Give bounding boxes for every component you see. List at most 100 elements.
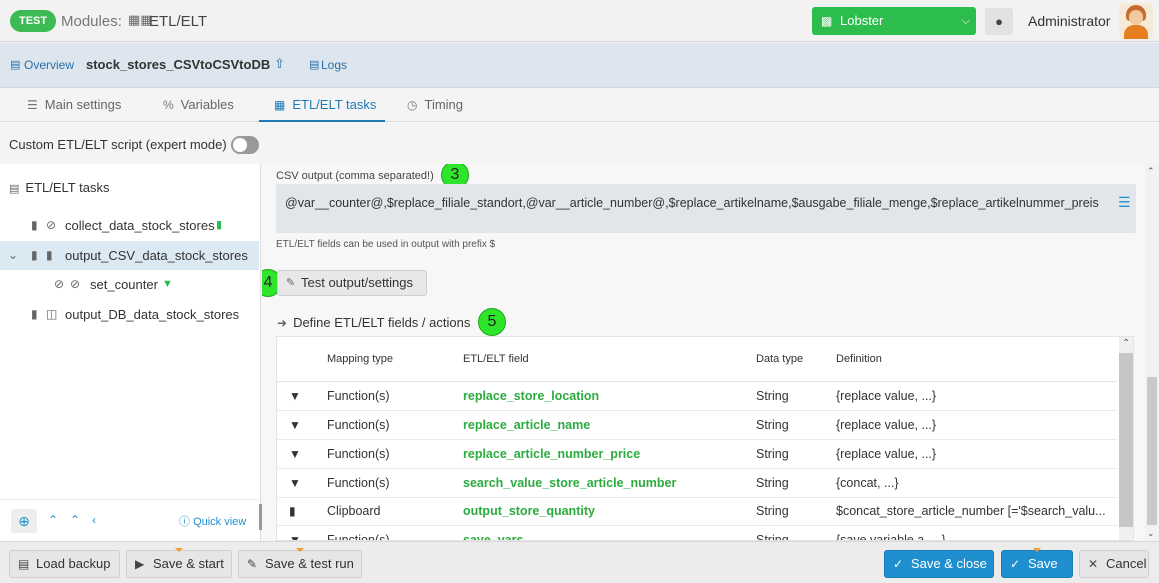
- file-icon: ▮: [46, 248, 53, 262]
- panel-title: ▤ ETL/ELT tasks: [9, 180, 110, 195]
- save-button[interactable]: ✓ Save: [1001, 548, 1073, 578]
- table-row[interactable]: ▼ Function(s) replace_store_location Str…: [277, 382, 1117, 411]
- clock-icon: ◷: [407, 98, 418, 112]
- task-tree-panel: ▤ ETL/ELT tasks ▮ ⊘ collect_data_stock_st…: [0, 164, 262, 541]
- chat-icon: ●: [995, 14, 1003, 29]
- disabled-icon: ⊘: [46, 218, 57, 232]
- move-up-icon[interactable]: ⌃: [48, 513, 58, 527]
- tasks-icon: ▦: [274, 98, 286, 112]
- col-mapping-type[interactable]: Mapping type: [327, 353, 393, 365]
- play-icon: ▶: [135, 557, 145, 571]
- filter-icon: ▼: [289, 476, 301, 490]
- table-row[interactable]: ▼ Function(s) save_vars String {save var…: [277, 526, 1117, 541]
- footer-toolbar: ▤ Load backup ▶ Save & start ✎ Save & test …: [0, 541, 1159, 583]
- table-row[interactable]: ▮ Clipboard output_store_quantity String…: [277, 497, 1117, 526]
- filter-icon: ▼: [289, 418, 301, 432]
- clipboard-icon: ▮: [289, 504, 296, 518]
- csv-output-label: CSV output (comma separated!): [276, 170, 434, 182]
- clipboard-icon: ▮: [216, 219, 223, 231]
- filter-icon: ▼: [289, 447, 301, 461]
- chevron-down-icon[interactable]: ⌄: [1147, 528, 1155, 539]
- instance-select-label: Lobster: [840, 13, 884, 28]
- add-task-button[interactable]: ⊕: [11, 509, 37, 533]
- file-icon: ▮: [31, 248, 38, 262]
- menu-icon[interactable]: ☰: [1118, 194, 1131, 211]
- save-start-button[interactable]: ▶ Save & start: [126, 548, 232, 578]
- close-icon: ✕: [1088, 557, 1099, 571]
- tab-etl-tasks[interactable]: ▦ ETL/ELT tasks: [259, 89, 385, 122]
- page-scroll-thumb[interactable]: [1147, 377, 1157, 525]
- tree-icon: ▤: [10, 59, 21, 71]
- overview-link[interactable]: Overview: [24, 58, 74, 72]
- modules-label: Modules:: [61, 13, 122, 30]
- tab-timing[interactable]: ◷ Timing: [407, 89, 463, 122]
- test-output-button[interactable]: ✎ Test output/settings: [277, 270, 427, 296]
- filter-icon: ▼: [289, 389, 301, 403]
- breadcrumb: ▤ Overview stock_stores_CSVtoCSVtoDB ⇧ ▤…: [0, 43, 1159, 88]
- database-icon: ◫: [46, 307, 58, 321]
- tree-item-collect[interactable]: ▮ ⊘ collect_data_stock_stores ▮: [0, 211, 259, 240]
- csv-output-hint: ETL/ELT fields can be used in output wit…: [276, 239, 496, 250]
- define-fields-heading: ➜ Define ETL/ELT fields / actions: [277, 315, 471, 330]
- step-marker-5: 5: [478, 308, 506, 336]
- col-etl-field[interactable]: ETL/ELT field: [463, 353, 529, 365]
- chevron-up-icon[interactable]: ⌃: [1147, 166, 1155, 177]
- tab-variables[interactable]: % Variables: [163, 89, 234, 122]
- table-scrollbar[interactable]: ⌃: [1119, 337, 1133, 540]
- top-bar: TEST Modules: ▦▦ ETL/ELT ▩ Lobster ⌵ ● A…: [0, 0, 1159, 42]
- table-row[interactable]: ▼ Function(s) search_value_store_article…: [277, 469, 1117, 498]
- chevron-left-icon[interactable]: ‹: [92, 513, 96, 527]
- tree-item-output-csv[interactable]: ⌄ ▮ ▮ output_CSV_data_stock_stores: [0, 241, 259, 270]
- tree-item-output-db[interactable]: ▮ ◫ output_DB_data_stock_stores: [0, 300, 259, 329]
- plus-icon: ⊕: [18, 513, 30, 529]
- quick-view-link[interactable]: ⓘ Quick view: [179, 513, 246, 529]
- list-icon: ☰: [27, 98, 38, 112]
- avatar[interactable]: [1119, 3, 1153, 39]
- disabled-icon: ⊘: [70, 277, 81, 291]
- instance-select[interactable]: ▩ Lobster ⌵: [812, 7, 976, 35]
- tab-bar: ☰ Main settings % Variables ▦ ETL/ELT tasks…: [0, 89, 1159, 122]
- chevron-down-icon[interactable]: ⌄: [8, 241, 18, 270]
- chevron-down-icon: ⌵: [961, 15, 970, 27]
- table-header: Mapping type ETL/ELT field Data type Def…: [277, 337, 1117, 382]
- save-test-run-button[interactable]: ✎ Save & test run: [238, 548, 362, 578]
- chevron-up-icon[interactable]: ⌃: [1122, 338, 1130, 349]
- expert-mode-toggle[interactable]: [231, 136, 259, 154]
- filter-icon: ▼: [162, 278, 173, 290]
- load-backup-button[interactable]: ▤ Load backup: [9, 550, 120, 578]
- col-definition[interactable]: Definition: [836, 353, 882, 365]
- page-scrollbar[interactable]: ⌃ ⌄: [1145, 164, 1159, 541]
- task-detail-panel: CSV output (comma separated!) 3 @var__co…: [262, 164, 1159, 541]
- backup-icon: ▤: [18, 557, 30, 571]
- table-row[interactable]: ▼ Function(s) replace_article_name Strin…: [277, 411, 1117, 440]
- export-icon[interactable]: ⇧: [274, 56, 285, 72]
- arrow-right-icon: ➜: [277, 316, 288, 330]
- job-name: stock_stores_CSVtoCSVtoDB: [86, 57, 271, 72]
- tab-main-settings[interactable]: ☰ Main settings: [27, 89, 121, 122]
- table-scroll-thumb[interactable]: [1119, 353, 1133, 527]
- chat-button[interactable]: ●: [985, 8, 1013, 35]
- cancel-button[interactable]: ✕ Cancel: [1079, 550, 1149, 578]
- user-name[interactable]: Administrator: [1028, 13, 1110, 29]
- logs-icon: ▤: [309, 59, 320, 71]
- fields-table: Mapping type ETL/ELT field Data type Def…: [276, 336, 1134, 541]
- check-icon: ✓: [1010, 557, 1021, 571]
- filter-icon: ▼: [289, 533, 301, 541]
- csv-output-field[interactable]: @var__counter@,$replace_filiale_standort…: [276, 184, 1136, 233]
- tree-toolbar: ⊕ ⌃ ⌃ ‹ ⓘ Quick view: [0, 499, 259, 541]
- disabled-icon: ⊘: [54, 277, 65, 291]
- wrench-icon: ✎: [286, 277, 296, 289]
- col-data-type[interactable]: Data type: [756, 353, 803, 365]
- percent-icon: %: [163, 98, 174, 112]
- logs-link[interactable]: Logs: [321, 58, 347, 72]
- chart-icon: ▩: [821, 14, 833, 28]
- module-name[interactable]: ETL/ELT: [149, 13, 207, 30]
- table-row[interactable]: ▼ Function(s) replace_article_number_pri…: [277, 440, 1117, 469]
- expert-mode-label: Custom ETL/ELT script (expert mode): [9, 137, 227, 152]
- tree-item-set-counter[interactable]: ⊘ ⊘ set_counter ▼: [0, 270, 259, 299]
- info-icon: ⓘ: [179, 516, 194, 528]
- wrench-icon: ✎: [247, 557, 258, 571]
- move-top-icon[interactable]: ⌃: [70, 513, 80, 527]
- check-icon: ✓: [893, 557, 904, 571]
- save-close-button[interactable]: ✓ Save & close: [884, 550, 994, 578]
